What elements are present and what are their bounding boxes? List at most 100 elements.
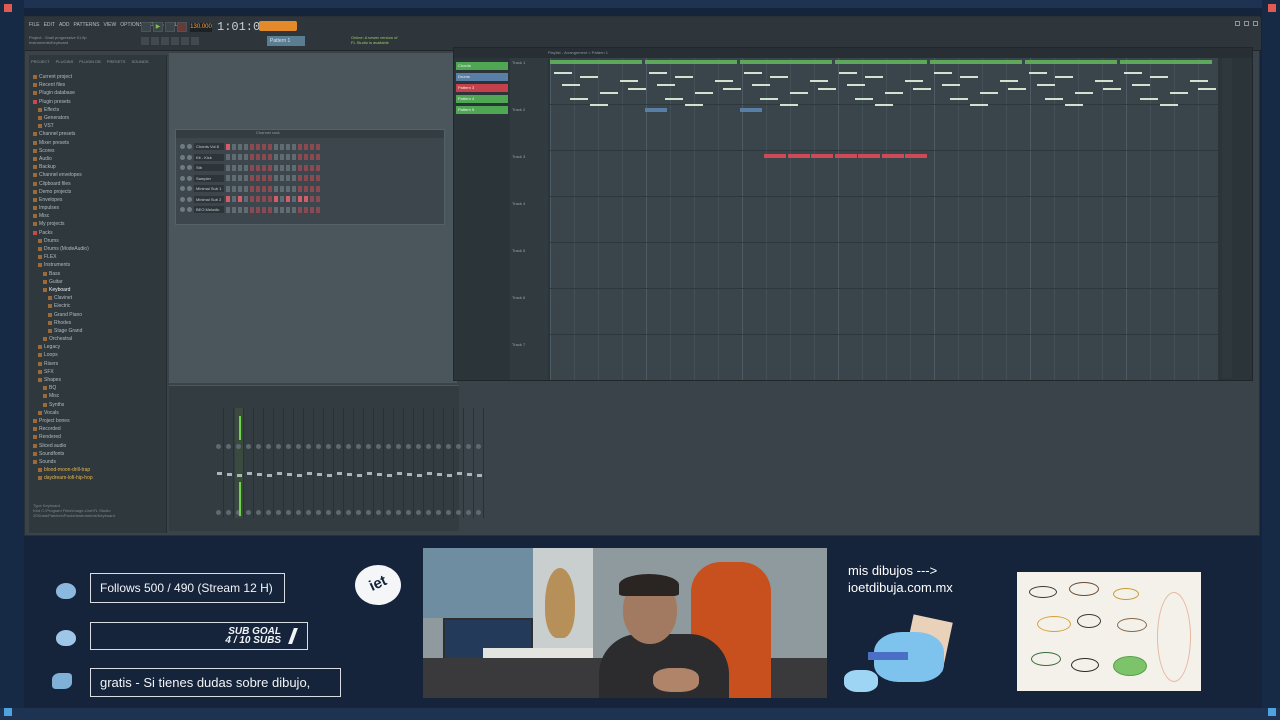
pan-knob-icon[interactable] (187, 196, 192, 202)
pattern-clip[interactable] (1025, 60, 1117, 64)
menu-item[interactable]: VIEW (103, 22, 116, 28)
pan-knob-icon[interactable] (187, 165, 192, 170)
browser-tab[interactable]: PLUGINS (56, 59, 74, 64)
volume-fader[interactable] (347, 473, 352, 476)
volume-fader[interactable] (427, 472, 432, 475)
send-knob-icon[interactable] (356, 510, 361, 515)
step-button[interactable] (256, 196, 260, 202)
step-button[interactable] (298, 154, 302, 160)
step-button[interactable] (310, 143, 314, 150)
pan-knob-icon[interactable] (386, 444, 391, 449)
mixer-channel[interactable] (275, 408, 284, 518)
close-icon[interactable] (1253, 21, 1258, 26)
channel-name-button[interactable]: BEO Melodic (194, 206, 224, 213)
step-button[interactable] (286, 185, 290, 192)
step-button[interactable] (274, 143, 278, 150)
pan-knob-icon[interactable] (306, 444, 311, 449)
step-button[interactable] (298, 143, 302, 150)
browser-item[interactable]: Channel presets (33, 130, 165, 138)
step-button[interactable] (244, 154, 248, 160)
browser-item[interactable]: Plugin presets (33, 98, 165, 106)
step-button[interactable] (274, 175, 278, 181)
send-knob-icon[interactable] (456, 510, 461, 515)
send-knob-icon[interactable] (336, 510, 341, 515)
step-button[interactable] (256, 185, 260, 192)
browser-item[interactable]: Scores (33, 147, 165, 155)
step-button[interactable] (262, 196, 266, 202)
step-button[interactable] (262, 175, 266, 181)
pattern-clip[interactable] (881, 154, 904, 158)
minimize-icon[interactable] (1235, 21, 1240, 26)
send-knob-icon[interactable] (386, 510, 391, 515)
volume-fader[interactable] (227, 473, 232, 476)
pattern-clip[interactable] (550, 60, 642, 64)
menu-item[interactable]: ADD (59, 22, 70, 28)
browser-item[interactable]: Audio (33, 155, 165, 163)
browser-item[interactable]: SFX (33, 368, 165, 376)
pan-knob-icon[interactable] (316, 444, 321, 449)
step-button[interactable] (238, 175, 242, 181)
track-header[interactable]: Track 1 (510, 58, 548, 105)
step-button[interactable] (292, 185, 296, 192)
step-button[interactable] (262, 206, 266, 213)
step-button[interactable] (262, 143, 266, 150)
step-button[interactable] (268, 206, 272, 213)
mute-toggle-icon[interactable] (180, 175, 185, 181)
volume-fader[interactable] (267, 474, 272, 477)
pan-knob-icon[interactable] (236, 444, 241, 449)
channel-row[interactable]: Sampler (180, 174, 320, 183)
mixer-channel[interactable] (465, 408, 474, 518)
step-button[interactable] (274, 185, 278, 192)
step-button[interactable] (280, 185, 284, 192)
channel-name-button[interactable]: Minimal Sub 1 (194, 185, 224, 192)
playlist-title[interactable]: Playlist - Arrangement > Pattern 1 (454, 48, 1252, 58)
drawings-preview[interactable] (1017, 572, 1201, 691)
volume-fader[interactable] (477, 474, 482, 477)
pan-knob-icon[interactable] (296, 444, 301, 449)
send-knob-icon[interactable] (316, 510, 321, 515)
menu-item[interactable]: FILE (29, 22, 40, 28)
pan-knob-icon[interactable] (187, 186, 192, 191)
step-button[interactable] (280, 143, 284, 150)
mixer-channel[interactable] (255, 408, 264, 518)
mute-toggle-icon[interactable] (180, 154, 185, 160)
browser-item[interactable]: Bass (33, 270, 165, 278)
browser-item[interactable]: Loops (33, 351, 165, 359)
browser-item[interactable]: Sliced audio (33, 441, 165, 449)
browser-item[interactable]: Vocals (33, 409, 165, 417)
pattern-clip[interactable] (645, 108, 667, 112)
channel-row[interactable]: Kit - Kick (180, 153, 320, 162)
channel-name-button[interactable]: Stb (194, 164, 224, 171)
browser-item[interactable]: Packs (33, 229, 165, 237)
step-button[interactable] (304, 164, 308, 171)
browser-item[interactable]: Clavinet (33, 294, 165, 302)
browser-item[interactable]: blood-moon-drill-trap (33, 466, 165, 474)
channel-row[interactable]: Chords Vol 8 (180, 142, 320, 151)
pattern-item[interactable]: Pattern 5 (456, 106, 508, 114)
browser-item[interactable]: Demo projects (33, 188, 165, 196)
step-button[interactable] (292, 143, 296, 150)
volume-fader[interactable] (457, 472, 462, 475)
track-header[interactable]: Track 6 (510, 293, 548, 340)
volume-fader[interactable] (377, 473, 382, 476)
track-header[interactable]: Track 2 (510, 105, 548, 152)
pan-knob-icon[interactable] (187, 207, 192, 212)
mixer-channel[interactable] (305, 408, 314, 518)
step-button[interactable] (286, 196, 290, 202)
pattern-item[interactable]: Pattern 4 (456, 95, 508, 103)
volume-fader[interactable] (367, 472, 372, 475)
step-button[interactable] (238, 154, 242, 160)
step-button[interactable] (250, 143, 254, 150)
pattern-picker[interactable] (259, 21, 297, 31)
step-button[interactable] (226, 143, 230, 150)
pattern-song-toggle[interactable] (141, 22, 151, 32)
send-knob-icon[interactable] (476, 510, 481, 515)
mixer-channel[interactable] (365, 408, 374, 518)
volume-fader[interactable] (307, 472, 312, 475)
step-button[interactable] (292, 175, 296, 181)
pattern-clip[interactable] (740, 60, 832, 64)
step-button[interactable] (298, 206, 302, 213)
browser-item[interactable]: Impulses (33, 204, 165, 212)
channel-row[interactable]: Stb (180, 163, 320, 172)
step-button[interactable] (238, 143, 242, 150)
